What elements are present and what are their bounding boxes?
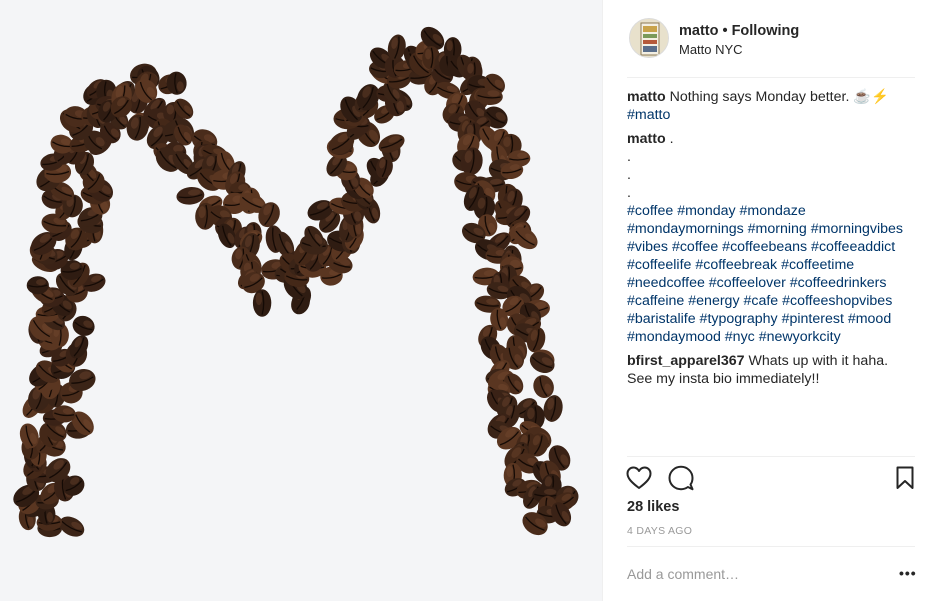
- post-header: matto • Following Matto NYC: [627, 16, 915, 78]
- hashtag-line[interactable]: #baristalife #typography #pinterest #moo…: [627, 310, 917, 328]
- following-button[interactable]: Following: [732, 23, 800, 39]
- post-image[interactable]: [0, 0, 602, 601]
- action-bar: [625, 464, 919, 494]
- avatar[interactable]: [629, 18, 669, 58]
- add-comment-input[interactable]: Add a comment…: [627, 566, 739, 582]
- comment-bfirst: bfirst_apparel367 Whats up with it haha.…: [627, 352, 917, 388]
- bookmark-icon: [896, 466, 914, 489]
- heart-icon: [626, 466, 652, 489]
- header-separator: •: [722, 23, 728, 39]
- comment-text: .: [669, 131, 674, 147]
- hashtag-line[interactable]: #vibes #coffee #coffeebeans #coffeeaddic…: [627, 238, 917, 256]
- caption: matto Nothing says Monday better. ☕⚡ #ma…: [627, 88, 917, 124]
- caption-text: Nothing says Monday better. ☕⚡: [669, 89, 889, 105]
- divider: [627, 546, 915, 547]
- comment-button[interactable]: [667, 464, 695, 492]
- caption-hashtag[interactable]: #matto: [627, 107, 670, 123]
- comment-icon: [668, 465, 694, 491]
- caption-username[interactable]: matto: [627, 89, 666, 105]
- divider: [627, 456, 915, 457]
- comment-dot: .: [627, 167, 631, 183]
- header-username[interactable]: matto: [679, 23, 718, 39]
- comment-dot: .: [627, 185, 631, 201]
- header-title: matto • Following: [679, 23, 799, 39]
- like-button[interactable]: [625, 464, 653, 492]
- comment-matto: matto . . . . #coffee #monday #mondaze #…: [627, 130, 917, 346]
- hashtag-line[interactable]: #coffeelife #coffeebreak #coffeetime: [627, 256, 917, 274]
- hashtag-line[interactable]: #mondaymornings #morning #morningvibes: [627, 220, 917, 238]
- more-options-button[interactable]: •••: [899, 565, 917, 581]
- comment-dot: .: [627, 149, 631, 165]
- comment-username[interactable]: bfirst_apparel367: [627, 353, 745, 369]
- location-link[interactable]: Matto NYC: [679, 42, 743, 57]
- coffee-bean: [252, 289, 272, 317]
- save-button[interactable]: [891, 464, 919, 492]
- hashtag-line[interactable]: #caffeine #energy #cafe #coffeeshopvibes: [627, 292, 917, 310]
- post-side-panel: matto • Following Matto NYC matto Nothing …: [602, 0, 937, 601]
- hashtag-line[interactable]: #mondaymood #nyc #newyorkcity: [627, 328, 917, 346]
- comments-list: matto Nothing says Monday better. ☕⚡ #ma…: [627, 88, 917, 394]
- instagram-post: matto • Following Matto NYC matto Nothing …: [0, 0, 937, 601]
- hashtag-line[interactable]: #coffee #monday #mondaze: [627, 202, 917, 220]
- coffee-bean-m-image: [13, 26, 579, 538]
- hashtag-line[interactable]: #needcoffee #coffeelover #coffeedrinkers: [627, 274, 917, 292]
- avatar-image: [630, 19, 668, 57]
- likes-count[interactable]: 28 likes: [627, 499, 679, 515]
- post-timestamp[interactable]: 4 DAYS AGO: [627, 525, 692, 537]
- coffee-bean: [59, 516, 85, 537]
- comment-username[interactable]: matto: [627, 131, 666, 147]
